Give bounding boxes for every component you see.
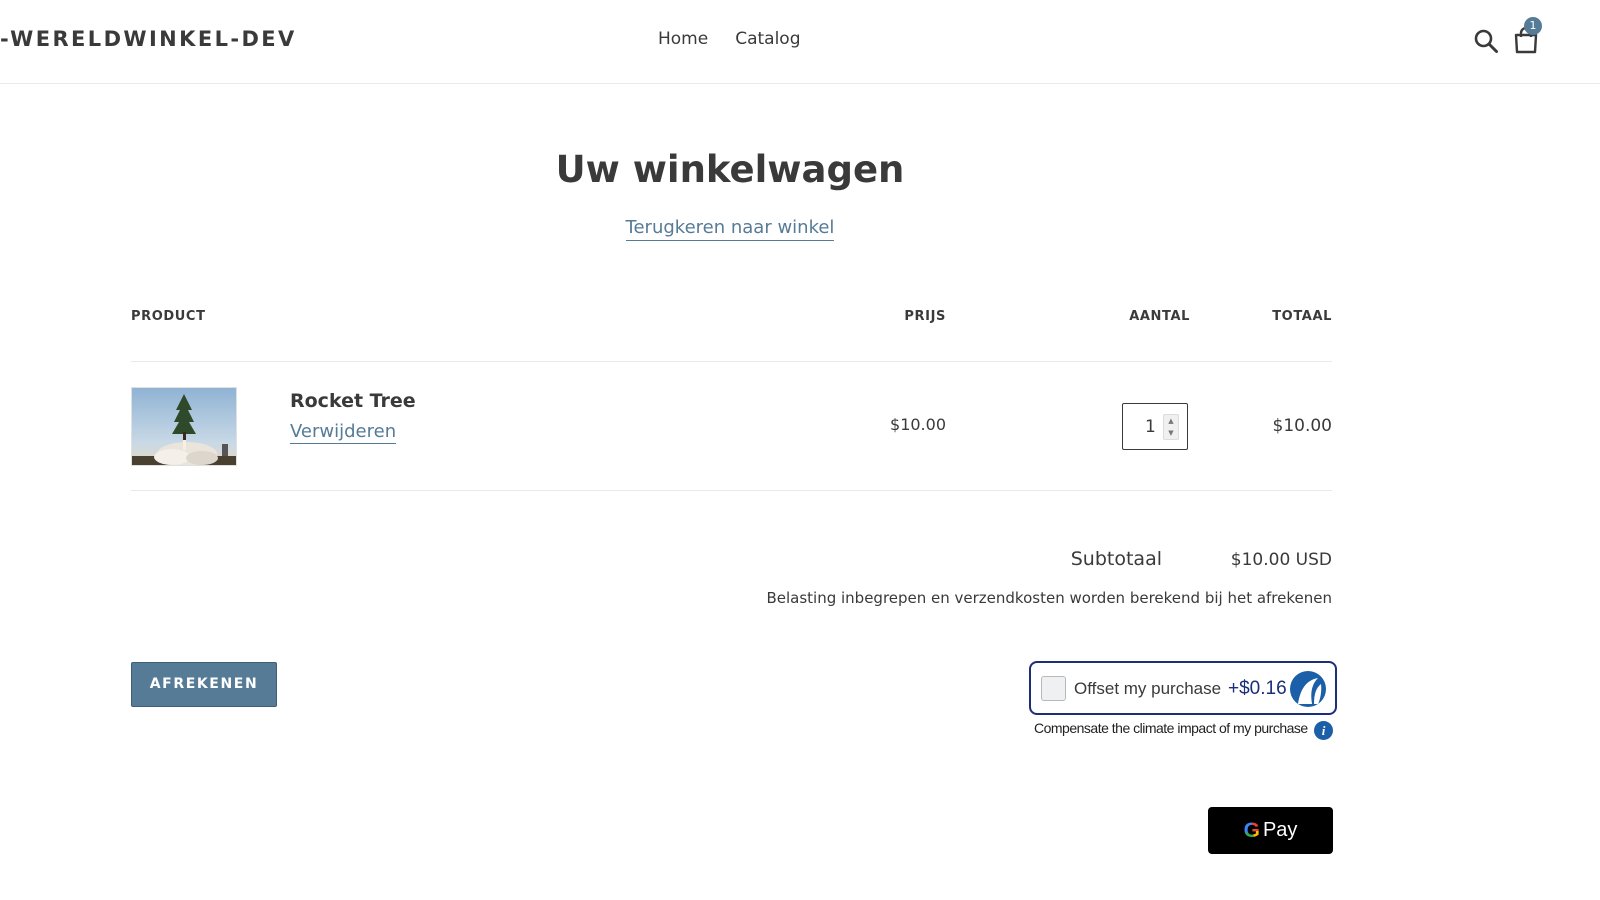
column-header-total: TOTAAL <box>1272 309 1332 324</box>
nav-home[interactable]: Home <box>658 29 708 49</box>
nav-catalog[interactable]: Catalog <box>735 29 800 49</box>
column-header-product: PRODUCT <box>131 309 206 324</box>
continue-shopping-link[interactable]: Terugkeren naar winkel <box>625 217 835 241</box>
page-title: Uw winkelwagen <box>555 148 905 191</box>
chevron-down-icon[interactable]: ▼ <box>1164 427 1178 439</box>
product-name[interactable]: Rocket Tree <box>290 390 416 412</box>
google-pay-button[interactable]: G Pay <box>1208 807 1333 854</box>
column-header-quantity: AANTAL <box>1129 309 1190 324</box>
subtotal-value: $10.00 USD <box>1230 550 1332 570</box>
offset-note: Compensate the climate impact of my purc… <box>1034 720 1308 736</box>
continue-shopping: Terugkeren naar winkel <box>0 217 1460 241</box>
table-divider-top <box>131 361 1332 362</box>
cart-count-badge: 1 <box>1524 17 1542 35</box>
main-nav: Home Catalog <box>658 29 801 49</box>
offset-label: Offset my purchase <box>1074 679 1222 698</box>
quantity-stepper[interactable]: ▲ ▼ <box>1163 414 1179 440</box>
item-total: $10.00 <box>1272 416 1332 436</box>
quantity-value[interactable]: 1 <box>1145 417 1156 437</box>
tax-shipping-note: Belasting inbegrepen en verzendkosten wo… <box>766 589 1332 607</box>
offset-price: +$0.16 <box>1228 678 1287 699</box>
site-header: -WERELDWINKEL-DEV Home Catalog 1 <box>0 0 1600 84</box>
offset-checkbox[interactable] <box>1041 676 1066 701</box>
subtotal-label: Subtotaal <box>1070 548 1162 570</box>
quantity-input[interactable]: 1 ▲ ▼ <box>1122 403 1188 450</box>
product-image[interactable] <box>131 387 237 466</box>
google-pay-label: Pay <box>1262 819 1298 841</box>
chevron-up-icon[interactable]: ▲ <box>1164 415 1178 427</box>
search-icon[interactable] <box>1473 28 1499 54</box>
column-header-price: PRIJS <box>904 309 946 324</box>
carbon-offset-widget[interactable]: Offset my purchase +$0.16 <box>1029 661 1337 715</box>
remove-item-link[interactable]: Verwijderen <box>290 421 397 444</box>
checkout-button[interactable]: AFREKENEN <box>131 662 277 707</box>
rocket-tree-image <box>132 388 236 465</box>
info-icon[interactable]: i <box>1314 721 1333 740</box>
item-price: $10.00 <box>890 415 946 434</box>
google-g-icon: G <box>1243 818 1260 842</box>
store-logo[interactable]: -WERELDWINKEL-DEV <box>0 27 297 51</box>
table-divider-bottom <box>131 490 1332 491</box>
offset-brand-logo-icon <box>1290 671 1326 707</box>
